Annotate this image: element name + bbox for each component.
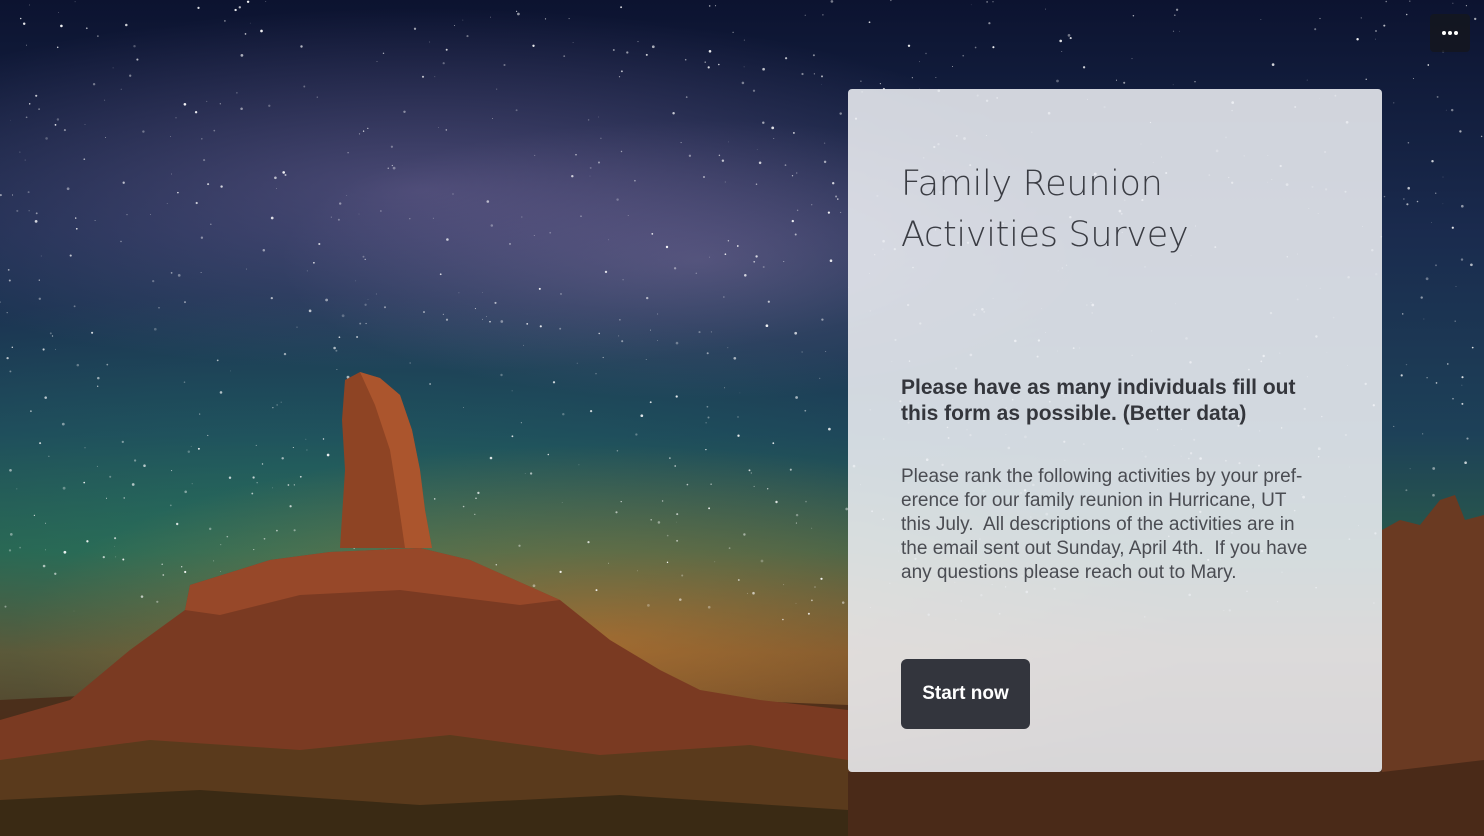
survey-description: Please rank the following activities by … [901,466,1308,583]
background-photo: Family Reunion Activities Survey Please … [0,0,1484,836]
survey-subtitle: Please have as many individuals fill out… [901,376,1296,425]
start-now-button[interactable]: Start now [901,659,1030,729]
welcome-card: Family Reunion Activities Survey Please … [848,89,1382,772]
survey-title: Family Reunion Activities Survey [901,159,1330,261]
survey-title-line-2: Activities Survey [901,215,1189,255]
survey-title-line-1: Family Reunion [901,164,1163,204]
more-horizontal-icon [1442,31,1458,35]
more-options-button[interactable] [1430,14,1470,52]
